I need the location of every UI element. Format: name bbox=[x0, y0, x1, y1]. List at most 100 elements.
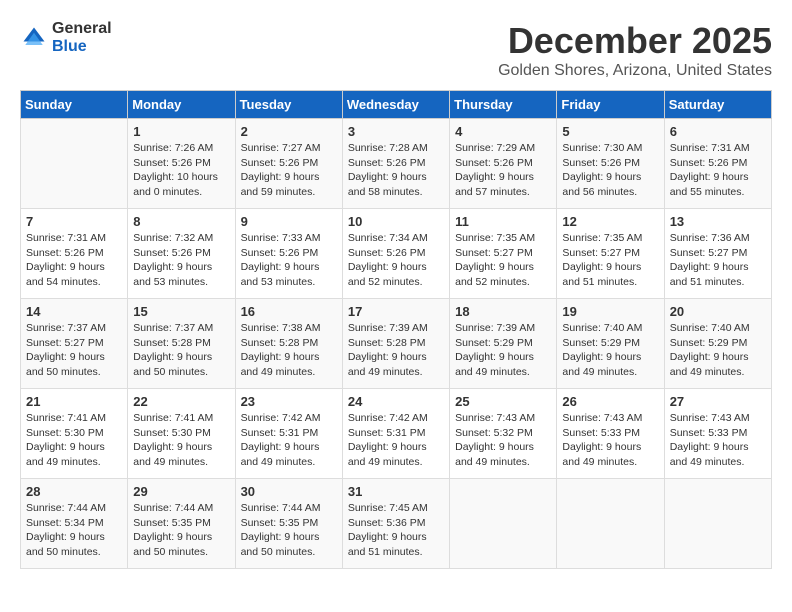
day-info: Sunrise: 7:26 AM Sunset: 5:26 PM Dayligh… bbox=[133, 141, 229, 200]
calendar-cell: 9 Sunrise: 7:33 AM Sunset: 5:26 PM Daylig… bbox=[235, 209, 342, 299]
day-number: 10 bbox=[348, 214, 444, 229]
weekday-header-row: SundayMondayTuesdayWednesdayThursdayFrid… bbox=[21, 91, 772, 119]
day-info: Sunrise: 7:36 AM Sunset: 5:27 PM Dayligh… bbox=[670, 231, 766, 290]
logo-general: General bbox=[52, 20, 112, 37]
calendar-cell: 27 Sunrise: 7:43 AM Sunset: 5:33 PM Dayli… bbox=[664, 389, 771, 479]
weekday-header-monday: Monday bbox=[128, 91, 235, 119]
day-number: 22 bbox=[133, 394, 229, 409]
calendar-cell: 29 Sunrise: 7:44 AM Sunset: 5:35 PM Dayli… bbox=[128, 479, 235, 569]
week-row-3: 14Sunrise: 7:37 AM Sunset: 5:27 PM Dayli… bbox=[21, 299, 772, 389]
logo-icon bbox=[20, 24, 48, 52]
day-info: Sunrise: 7:33 AM Sunset: 5:26 PM Dayligh… bbox=[241, 231, 337, 290]
calendar-cell: 14Sunrise: 7:37 AM Sunset: 5:27 PM Dayli… bbox=[21, 299, 128, 389]
calendar-cell: 16 Sunrise: 7:38 AM Sunset: 5:28 PM Dayli… bbox=[235, 299, 342, 389]
weekday-header-friday: Friday bbox=[557, 91, 664, 119]
day-info: Sunrise: 7:44 AM Sunset: 5:35 PM Dayligh… bbox=[241, 501, 337, 560]
calendar-cell: 11Sunrise: 7:35 AM Sunset: 5:27 PM Dayli… bbox=[450, 209, 557, 299]
day-number: 19 bbox=[562, 304, 658, 319]
calendar-cell: 6Sunrise: 7:31 AM Sunset: 5:26 PM Daylig… bbox=[664, 119, 771, 209]
calendar-cell: 31Sunrise: 7:45 AM Sunset: 5:36 PM Dayli… bbox=[342, 479, 449, 569]
calendar-cell: 28 Sunrise: 7:44 AM Sunset: 5:34 PM Dayli… bbox=[21, 479, 128, 569]
calendar-cell bbox=[664, 479, 771, 569]
calendar-cell: 12Sunrise: 7:35 AM Sunset: 5:27 PM Dayli… bbox=[557, 209, 664, 299]
day-number: 28 bbox=[26, 484, 122, 499]
calendar-cell: 13 Sunrise: 7:36 AM Sunset: 5:27 PM Dayli… bbox=[664, 209, 771, 299]
day-info: Sunrise: 7:34 AM Sunset: 5:26 PM Dayligh… bbox=[348, 231, 444, 290]
location-title: Golden Shores, Arizona, United States bbox=[498, 62, 772, 80]
calendar-cell: 20 Sunrise: 7:40 AM Sunset: 5:29 PM Dayli… bbox=[664, 299, 771, 389]
day-number: 9 bbox=[241, 214, 337, 229]
day-number: 7 bbox=[26, 214, 122, 229]
day-info: Sunrise: 7:45 AM Sunset: 5:36 PM Dayligh… bbox=[348, 501, 444, 560]
month-title: December 2025 bbox=[498, 20, 772, 62]
day-number: 29 bbox=[133, 484, 229, 499]
day-number: 2 bbox=[241, 124, 337, 139]
day-number: 26 bbox=[562, 394, 658, 409]
weekday-header-wednesday: Wednesday bbox=[342, 91, 449, 119]
day-info: Sunrise: 7:39 AM Sunset: 5:28 PM Dayligh… bbox=[348, 321, 444, 380]
day-number: 1 bbox=[133, 124, 229, 139]
day-number: 25 bbox=[455, 394, 551, 409]
day-number: 23 bbox=[241, 394, 337, 409]
day-info: Sunrise: 7:38 AM Sunset: 5:28 PM Dayligh… bbox=[241, 321, 337, 380]
day-info: Sunrise: 7:39 AM Sunset: 5:29 PM Dayligh… bbox=[455, 321, 551, 380]
day-info: Sunrise: 7:31 AM Sunset: 5:26 PM Dayligh… bbox=[670, 141, 766, 200]
logo: General Blue bbox=[20, 20, 112, 55]
calendar-cell: 18Sunrise: 7:39 AM Sunset: 5:29 PM Dayli… bbox=[450, 299, 557, 389]
calendar-cell: 24 Sunrise: 7:42 AM Sunset: 5:31 PM Dayli… bbox=[342, 389, 449, 479]
logo-text: General Blue bbox=[52, 20, 112, 55]
day-info: Sunrise: 7:44 AM Sunset: 5:35 PM Dayligh… bbox=[133, 501, 229, 560]
calendar-cell: 25Sunrise: 7:43 AM Sunset: 5:32 PM Dayli… bbox=[450, 389, 557, 479]
day-info: Sunrise: 7:44 AM Sunset: 5:34 PM Dayligh… bbox=[26, 501, 122, 560]
weekday-header-sunday: Sunday bbox=[21, 91, 128, 119]
day-number: 13 bbox=[670, 214, 766, 229]
day-number: 8 bbox=[133, 214, 229, 229]
day-number: 11 bbox=[455, 214, 551, 229]
day-number: 30 bbox=[241, 484, 337, 499]
page-header: General Blue December 2025 Golden Shores… bbox=[20, 20, 772, 80]
day-number: 3 bbox=[348, 124, 444, 139]
day-info: Sunrise: 7:40 AM Sunset: 5:29 PM Dayligh… bbox=[670, 321, 766, 380]
calendar-cell: 5Sunrise: 7:30 AM Sunset: 5:26 PM Daylig… bbox=[557, 119, 664, 209]
day-info: Sunrise: 7:41 AM Sunset: 5:30 PM Dayligh… bbox=[133, 411, 229, 470]
week-row-5: 28 Sunrise: 7:44 AM Sunset: 5:34 PM Dayli… bbox=[21, 479, 772, 569]
calendar-cell: 1 Sunrise: 7:26 AM Sunset: 5:26 PM Daylig… bbox=[128, 119, 235, 209]
title-block: December 2025 Golden Shores, Arizona, Un… bbox=[498, 20, 772, 80]
calendar-cell: 19 Sunrise: 7:40 AM Sunset: 5:29 PM Dayli… bbox=[557, 299, 664, 389]
calendar-cell bbox=[557, 479, 664, 569]
day-info: Sunrise: 7:40 AM Sunset: 5:29 PM Dayligh… bbox=[562, 321, 658, 380]
calendar-cell: 15Sunrise: 7:37 AM Sunset: 5:28 PM Dayli… bbox=[128, 299, 235, 389]
calendar-cell: 4Sunrise: 7:29 AM Sunset: 5:26 PM Daylig… bbox=[450, 119, 557, 209]
day-info: Sunrise: 7:42 AM Sunset: 5:31 PM Dayligh… bbox=[348, 411, 444, 470]
week-row-4: 21 Sunrise: 7:41 AM Sunset: 5:30 PM Dayli… bbox=[21, 389, 772, 479]
day-number: 21 bbox=[26, 394, 122, 409]
day-info: Sunrise: 7:42 AM Sunset: 5:31 PM Dayligh… bbox=[241, 411, 337, 470]
day-number: 16 bbox=[241, 304, 337, 319]
day-info: Sunrise: 7:37 AM Sunset: 5:28 PM Dayligh… bbox=[133, 321, 229, 380]
day-number: 20 bbox=[670, 304, 766, 319]
day-info: Sunrise: 7:43 AM Sunset: 5:33 PM Dayligh… bbox=[670, 411, 766, 470]
week-row-1: 1 Sunrise: 7:26 AM Sunset: 5:26 PM Daylig… bbox=[21, 119, 772, 209]
calendar-cell bbox=[450, 479, 557, 569]
calendar-cell bbox=[21, 119, 128, 209]
day-info: Sunrise: 7:37 AM Sunset: 5:27 PM Dayligh… bbox=[26, 321, 122, 380]
day-number: 5 bbox=[562, 124, 658, 139]
week-row-2: 7 Sunrise: 7:31 AM Sunset: 5:26 PM Daylig… bbox=[21, 209, 772, 299]
calendar-cell: 22 Sunrise: 7:41 AM Sunset: 5:30 PM Dayli… bbox=[128, 389, 235, 479]
calendar-cell: 10 Sunrise: 7:34 AM Sunset: 5:26 PM Dayli… bbox=[342, 209, 449, 299]
calendar-cell: 30 Sunrise: 7:44 AM Sunset: 5:35 PM Dayli… bbox=[235, 479, 342, 569]
calendar-table: SundayMondayTuesdayWednesdayThursdayFrid… bbox=[20, 90, 772, 569]
day-info: Sunrise: 7:43 AM Sunset: 5:33 PM Dayligh… bbox=[562, 411, 658, 470]
logo-blue: Blue bbox=[52, 38, 87, 55]
day-info: Sunrise: 7:27 AM Sunset: 5:26 PM Dayligh… bbox=[241, 141, 337, 200]
day-number: 27 bbox=[670, 394, 766, 409]
day-info: Sunrise: 7:31 AM Sunset: 5:26 PM Dayligh… bbox=[26, 231, 122, 290]
weekday-header-saturday: Saturday bbox=[664, 91, 771, 119]
day-info: Sunrise: 7:35 AM Sunset: 5:27 PM Dayligh… bbox=[562, 231, 658, 290]
day-info: Sunrise: 7:28 AM Sunset: 5:26 PM Dayligh… bbox=[348, 141, 444, 200]
calendar-cell: 17Sunrise: 7:39 AM Sunset: 5:28 PM Dayli… bbox=[342, 299, 449, 389]
weekday-header-tuesday: Tuesday bbox=[235, 91, 342, 119]
weekday-header-thursday: Thursday bbox=[450, 91, 557, 119]
calendar-cell: 7 Sunrise: 7:31 AM Sunset: 5:26 PM Daylig… bbox=[21, 209, 128, 299]
day-number: 24 bbox=[348, 394, 444, 409]
